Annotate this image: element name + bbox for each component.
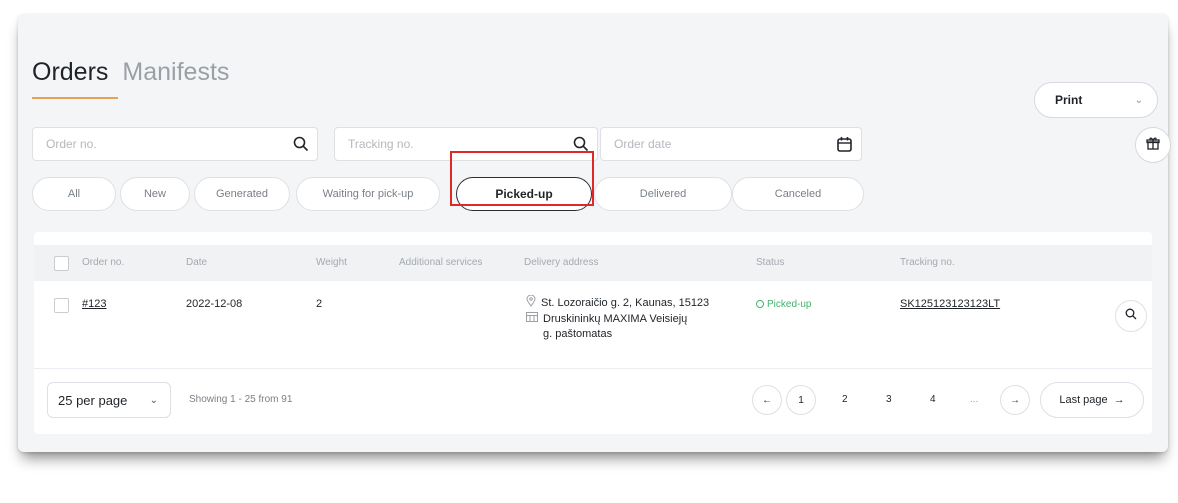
page-1-button[interactable]: 1: [786, 385, 816, 415]
per-page-value: 25 per page: [58, 392, 128, 408]
last-page-button[interactable]: Last page →: [1040, 382, 1144, 418]
status-dot-icon: [756, 300, 764, 309]
calendar-icon[interactable]: [836, 136, 853, 153]
page-1-label: 1: [798, 394, 804, 406]
arrow-right-icon: →: [1113, 394, 1125, 406]
select-all-checkbox[interactable]: [54, 256, 69, 271]
row-view-button[interactable]: [1115, 300, 1147, 332]
orders-table: Order no. Date Weight Additional service…: [34, 232, 1152, 434]
active-tab-underline: [32, 97, 118, 99]
chevron-down-icon: ⌄: [149, 394, 158, 406]
next-page-button[interactable]: →: [1000, 385, 1030, 415]
prev-page-button[interactable]: ←: [752, 385, 782, 415]
delivery-address: St. Lozoraičio g. 2, Kaunas, 15123 Drusk…: [526, 294, 710, 342]
filter-new[interactable]: New: [120, 177, 190, 211]
page-tabs: Orders Manifests: [32, 58, 229, 87]
page-3-button[interactable]: 3: [886, 394, 892, 405]
tracking-no-input[interactable]: [346, 136, 550, 152]
gift-icon: [1146, 136, 1160, 155]
header-tracking-no: Tracking no.: [900, 257, 955, 268]
header-order-no: Order no.: [82, 257, 125, 268]
tracking-no-link[interactable]: SK125123123123LT: [900, 298, 1000, 310]
search-icon[interactable]: [573, 136, 589, 152]
order-weight: 2: [316, 298, 323, 310]
header-weight: Weight: [316, 257, 347, 268]
address-line-1: St. Lozoraičio g. 2, Kaunas, 15123: [541, 297, 710, 309]
order-date-input[interactable]: [612, 136, 816, 152]
header-delivery-address: Delivery address: [524, 257, 599, 268]
location-pin-icon: [526, 294, 536, 312]
filter-delivered[interactable]: Delivered: [594, 177, 732, 211]
filter-canceled[interactable]: Canceled: [732, 177, 864, 211]
filter-generated[interactable]: Generated: [194, 177, 290, 211]
arrow-right-icon: →: [1010, 394, 1020, 406]
showing-count: Showing 1 - 25 from 91: [189, 394, 293, 405]
chevron-down-icon: ⌄: [1134, 94, 1143, 106]
status-label: Picked-up: [767, 299, 812, 310]
page-2-button[interactable]: 2: [842, 394, 848, 405]
gift-button[interactable]: [1135, 127, 1171, 163]
header-status: Status: [756, 257, 785, 268]
print-label: Print: [1055, 93, 1083, 107]
address-line-2: Druskininkų MAXIMA Veisiejų: [543, 313, 688, 325]
arrow-left-icon: ←: [762, 394, 772, 406]
search-icon[interactable]: [293, 136, 309, 152]
order-date-field: [600, 127, 862, 161]
table-divider: [34, 368, 1152, 369]
order-no-link[interactable]: #123: [82, 298, 106, 310]
filter-all[interactable]: All: [32, 177, 116, 211]
page-4-button[interactable]: 4: [930, 394, 936, 405]
table-header: Order no. Date Weight Additional service…: [34, 245, 1152, 281]
per-page-select[interactable]: 25 per page ⌄: [47, 382, 171, 418]
search-icon: [1125, 307, 1137, 325]
order-no-search-field: [32, 127, 318, 161]
order-no-input[interactable]: [44, 136, 248, 152]
page-ellipsis: ...: [970, 394, 979, 405]
row-checkbox[interactable]: [54, 298, 69, 313]
header-date: Date: [186, 257, 208, 268]
order-date: 2022-12-08: [186, 298, 243, 310]
print-dropdown[interactable]: Print ⌄: [1034, 82, 1158, 118]
last-page-label: Last page: [1059, 394, 1108, 406]
header-additional-services: Additional services: [399, 257, 483, 268]
filter-waiting-for-pick-up[interactable]: Waiting for pick-up: [296, 177, 440, 211]
parcel-locker-icon: [526, 312, 538, 327]
highlight-box: [450, 151, 594, 206]
tab-manifests[interactable]: Manifests: [122, 58, 229, 87]
address-line-3: g. paštomatas: [543, 328, 613, 340]
tab-orders[interactable]: Orders: [32, 58, 108, 87]
status-badge: Picked-up: [756, 298, 811, 310]
